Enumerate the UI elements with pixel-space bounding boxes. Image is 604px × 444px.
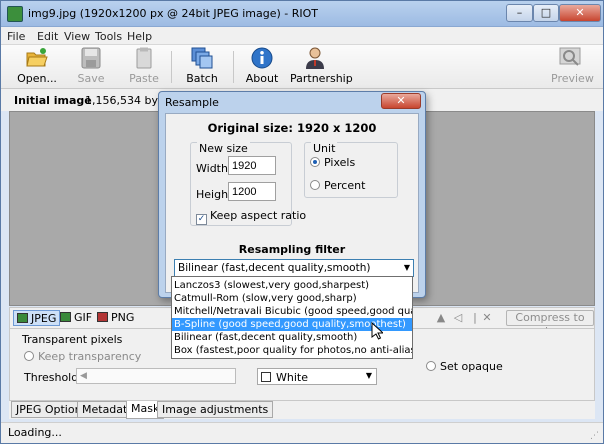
compress-to-size-button[interactable]: Compress to size bbox=[506, 310, 594, 338]
color-swatch bbox=[261, 372, 271, 382]
toolbar: Open... Save Paste Batch About Partnersh… bbox=[1, 45, 603, 89]
paste-button[interactable]: Paste bbox=[127, 47, 161, 87]
save-button[interactable]: Save bbox=[75, 47, 107, 87]
dialog-close-button[interactable]: ✕ bbox=[381, 93, 421, 109]
folder-open-icon bbox=[26, 48, 48, 67]
menu-file[interactable]: File bbox=[7, 30, 25, 43]
preview-button[interactable]: Preview bbox=[551, 47, 594, 87]
minimize-button[interactable]: – bbox=[506, 4, 533, 22]
align-icon[interactable]: ▲ bbox=[434, 311, 448, 325]
resampling-filter-list: Lanczos3 (slowest,very good,sharpest) Ca… bbox=[171, 276, 413, 359]
batch-label: Batch bbox=[186, 72, 218, 85]
save-label: Save bbox=[77, 72, 105, 85]
jpeg-format-tab[interactable]: JPEG bbox=[13, 310, 61, 326]
pixels-option[interactable]: Pixels bbox=[310, 156, 355, 169]
percent-option[interactable]: Percent bbox=[310, 179, 365, 192]
open-label: Open... bbox=[17, 72, 57, 85]
batch-icon bbox=[191, 47, 213, 69]
status-text: Loading... bbox=[8, 426, 62, 439]
height-input[interactable] bbox=[228, 182, 276, 201]
threshold-slider[interactable]: ◀ bbox=[76, 368, 236, 384]
pixels-radio[interactable] bbox=[310, 157, 320, 167]
filter-option-lanczos3[interactable]: Lanczos3 (slowest,very good,sharpest) bbox=[172, 279, 412, 292]
keep-aspect-ratio-checkbox[interactable]: ✓ Keep aspect ratio bbox=[196, 209, 306, 225]
partnership-button[interactable]: Partnership bbox=[290, 47, 353, 87]
original-size-text: Original size: 1920 x 1200 bbox=[207, 121, 377, 135]
title-bar[interactable]: img9.jpg (1920x1200 px @ 24bit JPEG imag… bbox=[1, 1, 603, 27]
keep-transparency-radio[interactable] bbox=[24, 351, 34, 361]
riot-window: img9.jpg (1920x1200 px @ 24bit JPEG imag… bbox=[0, 0, 604, 444]
menu-tools[interactable]: Tools bbox=[95, 30, 122, 43]
png-format-tab[interactable]: PNG bbox=[94, 310, 137, 326]
width-input[interactable] bbox=[228, 156, 276, 175]
toolbar-separator bbox=[233, 51, 234, 83]
magnifier-icon bbox=[559, 47, 581, 66]
person-icon bbox=[306, 47, 324, 69]
gif-format-tab[interactable]: GIF bbox=[57, 310, 95, 326]
set-opaque-radio[interactable] bbox=[426, 361, 436, 371]
open-button[interactable]: Open... bbox=[15, 47, 59, 87]
gif-icon bbox=[60, 312, 71, 322]
batch-button[interactable]: Batch bbox=[186, 47, 218, 87]
filter-option-mitchell[interactable]: Mitchell/Netravali Bicubic (good speed,g… bbox=[172, 305, 412, 318]
window-title: img9.jpg (1920x1200 px @ 24bit JPEG imag… bbox=[28, 7, 319, 20]
floppy-disk-icon bbox=[81, 47, 101, 69]
initial-image-label: Initial image bbox=[14, 94, 92, 107]
transparent-pixels-label: Transparent pixels bbox=[22, 333, 123, 346]
menu-help[interactable]: Help bbox=[127, 30, 152, 43]
matte-color-value: White bbox=[276, 371, 308, 384]
tab-image-adjustments[interactable]: Image adjustments bbox=[157, 401, 274, 418]
paste-label: Paste bbox=[129, 72, 159, 85]
jpeg-icon bbox=[17, 313, 28, 323]
info-icon bbox=[251, 47, 273, 69]
new-size-caption: New size bbox=[197, 142, 250, 155]
resample-dialog: Resample ✕ Original size: 1920 x 1200 Ne… bbox=[158, 91, 426, 298]
set-opaque-option[interactable]: Set opaque bbox=[426, 360, 503, 373]
dialog-title: Resample bbox=[165, 96, 219, 109]
unit-caption: Unit bbox=[311, 142, 338, 155]
preview-label: Preview bbox=[551, 72, 594, 85]
threshold-label: Threshold bbox=[24, 371, 79, 384]
chevron-down-icon: ▼ bbox=[403, 263, 410, 272]
png-icon bbox=[97, 312, 108, 322]
partnership-label: Partnership bbox=[290, 72, 353, 85]
menu-bar: File Edit View Tools Help bbox=[1, 27, 603, 45]
app-icon bbox=[7, 6, 23, 22]
menu-view[interactable]: View bbox=[64, 30, 90, 43]
filter-option-catmull-rom[interactable]: Catmull-Rom (slow,very good,sharp) bbox=[172, 292, 412, 305]
dialog-body: Original size: 1920 x 1200 New size Widt… bbox=[165, 113, 419, 293]
checkbox-checked-icon: ✓ bbox=[196, 214, 207, 225]
sound-icon[interactable]: ◁ bbox=[451, 311, 465, 325]
about-label: About bbox=[245, 72, 279, 85]
status-bar: Loading... ⋰ bbox=[1, 422, 603, 443]
keep-transparency-option[interactable]: Keep transparency bbox=[24, 350, 141, 363]
maximize-button[interactable]: □ bbox=[533, 4, 559, 22]
width-label: Width: bbox=[196, 162, 232, 175]
options-tabs: JPEG Options Metadata Mask Image adjustm… bbox=[9, 401, 595, 419]
filter-option-box[interactable]: Box (fastest,poor quality for photos,no … bbox=[172, 344, 412, 357]
resampling-filter-label: Resampling filter bbox=[238, 243, 346, 256]
resampling-filter-value: Bilinear (fast,decent quality,smooth) bbox=[178, 262, 371, 274]
about-button[interactable]: About bbox=[245, 47, 279, 87]
resize-grip-icon[interactable]: ⋰ bbox=[590, 431, 600, 441]
chevron-down-icon: ▼ bbox=[365, 371, 372, 380]
slider-left-arrow-icon[interactable]: ◀ bbox=[80, 369, 87, 383]
percent-radio[interactable] bbox=[310, 180, 320, 190]
toolbar-separator bbox=[171, 51, 172, 83]
matte-color-dropdown[interactable]: White ▼ bbox=[257, 368, 377, 385]
crop-icon[interactable]: ✕ bbox=[480, 311, 494, 325]
paste-icon bbox=[136, 47, 152, 69]
menu-edit[interactable]: Edit bbox=[37, 30, 58, 43]
close-button[interactable]: ✕ bbox=[559, 4, 601, 22]
resampling-filter-select[interactable]: Bilinear (fast,decent quality,smooth) ▼ bbox=[174, 259, 414, 277]
